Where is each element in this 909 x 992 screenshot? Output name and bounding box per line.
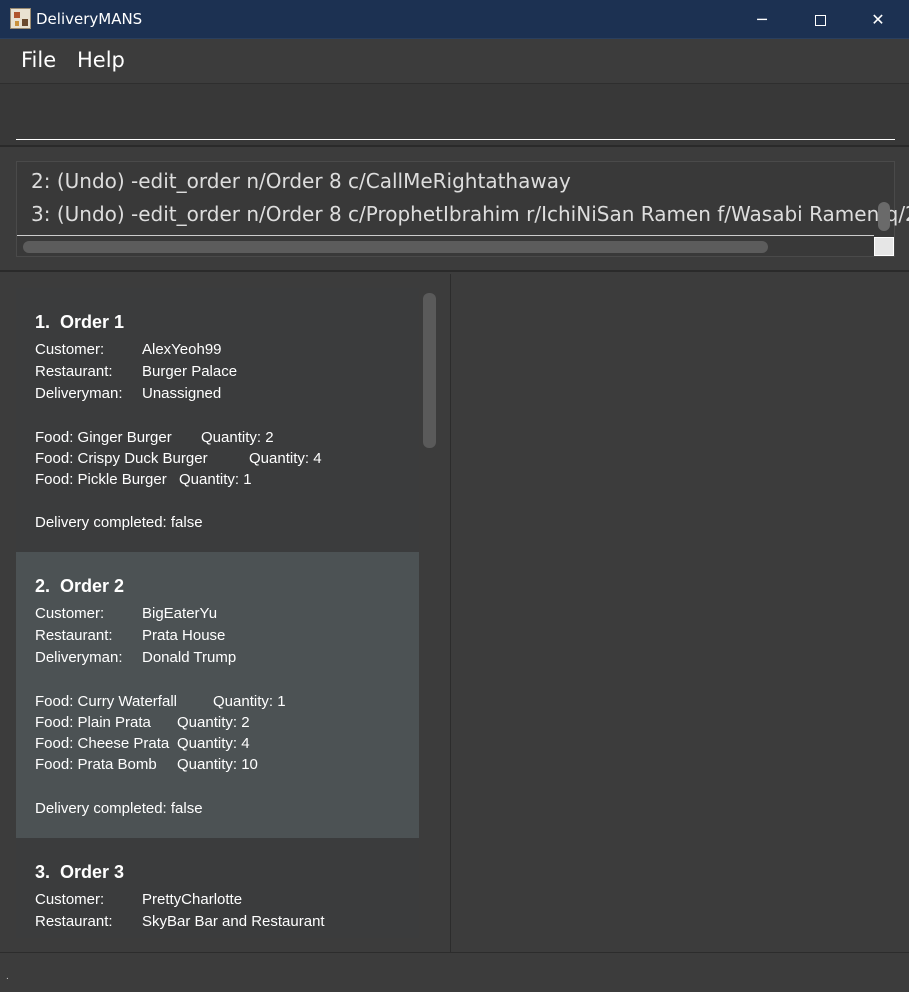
horizontal-scrollbar[interactable] [17, 235, 874, 256]
customer-value: PrettyCharlotte [142, 891, 243, 908]
food-row: Food: Curry Waterfall Quantity: 1 [35, 693, 286, 710]
food-row: Food: Ginger Burger Quantity: 2 [35, 429, 274, 446]
menu-help[interactable]: Help [77, 48, 125, 72]
food-quantity: Quantity: 10 [177, 756, 258, 773]
vertical-scrollbar-thumb[interactable] [878, 202, 890, 231]
order-list-panel: 1. Order 1 Customer: AlexYeoh99 Restaura… [0, 274, 451, 952]
close-button[interactable]: ✕ [849, 0, 907, 39]
food-quantity: Quantity: 2 [201, 429, 274, 446]
order-list[interactable]: 1. Order 1 Customer: AlexYeoh99 Restaura… [16, 288, 419, 938]
food-quantity: Quantity: 4 [249, 450, 322, 467]
food-quantity: Quantity: 1 [213, 693, 286, 710]
customer-value: BigEaterYu [142, 605, 218, 622]
result-display-panel: 2: (Undo) -edit_order n/Order 8 c/CallMe… [0, 148, 909, 272]
customer-label: Customer: [35, 341, 105, 358]
customer-label: Customer: [35, 891, 105, 908]
restaurant-label: Restaurant: [35, 913, 113, 930]
maximize-button[interactable] [791, 0, 849, 39]
status-text: . [6, 971, 9, 982]
food-row: Food: Plain Prata Quantity: 2 [35, 714, 250, 731]
order-title: 1. Order 1 [35, 312, 125, 332]
food-name: Food: Prata Bomb [35, 756, 157, 773]
deliveryman-value: Donald Trump [142, 649, 237, 666]
detail-panel [452, 274, 909, 952]
deliveryman-label: Deliveryman: [35, 385, 123, 402]
scroll-corner [874, 237, 894, 256]
minimize-button[interactable]: ─ [733, 0, 791, 39]
deliveryman-label: Deliveryman: [35, 649, 123, 666]
order-list-scrollbar-thumb[interactable] [423, 293, 436, 448]
order-card-selected[interactable]: 2. Order 2 Customer: BigEaterYu Restaura… [16, 552, 419, 838]
food-name: Food: Cheese Prata [35, 735, 170, 752]
deliveryman-value: Unassigned [142, 385, 222, 402]
app-logo-icon [10, 8, 31, 29]
window-title: DeliveryMANS [36, 10, 143, 28]
food-row: Food: Crispy Duck Burger Quantity: 4 [35, 450, 322, 467]
food-row: Food: Prata Bomb Quantity: 10 [35, 756, 258, 773]
food-name: Food: Ginger Burger [35, 429, 172, 446]
result-line: 2: (Undo) -edit_order n/Order 8 c/CallMe… [31, 169, 571, 193]
food-name: Food: Curry Waterfall [35, 693, 177, 710]
food-name: Food: Pickle Burger [35, 471, 167, 488]
restaurant-label: Restaurant: [35, 627, 113, 644]
food-quantity: Quantity: 4 [177, 735, 250, 752]
order-title: 3. Order 3 [35, 862, 125, 882]
order-card[interactable]: 1. Order 1 Customer: AlexYeoh99 Restaura… [16, 288, 419, 552]
food-row: Food: Cheese Prata Quantity: 4 [35, 735, 250, 752]
result-line: 3: (Undo) -edit_order n/Order 8 c/Prophe… [31, 202, 909, 226]
menu-bar: File Help [0, 39, 909, 83]
horizontal-scrollbar-thumb[interactable] [23, 241, 768, 253]
restaurant-value: SkyBar Bar and Restaurant [142, 913, 325, 930]
status-bar: . [0, 952, 909, 992]
delivery-status: Delivery completed: false [35, 514, 203, 531]
title-bar: DeliveryMANS ─ ✕ [0, 0, 909, 39]
order-title: 2. Order 2 [35, 576, 125, 596]
food-quantity: Quantity: 1 [179, 471, 252, 488]
customer-label: Customer: [35, 605, 105, 622]
command-input[interactable] [16, 92, 895, 140]
restaurant-value: Burger Palace [142, 363, 238, 380]
customer-value: AlexYeoh99 [142, 341, 222, 358]
food-name: Food: Plain Prata [35, 714, 151, 731]
delivery-status: Delivery completed: false [35, 800, 203, 817]
food-name: Food: Crispy Duck Burger [35, 450, 208, 467]
food-quantity: Quantity: 2 [177, 714, 250, 731]
restaurant-label: Restaurant: [35, 363, 113, 380]
menu-file[interactable]: File [21, 48, 56, 72]
food-row: Food: Pickle Burger Quantity: 1 [35, 471, 252, 488]
order-card[interactable]: 3. Order 3 Customer: PrettyCharlotte Res… [16, 838, 419, 938]
restaurant-value: Prata House [142, 627, 226, 644]
command-box-panel [0, 83, 909, 147]
result-display[interactable]: 2: (Undo) -edit_order n/Order 8 c/CallMe… [16, 161, 909, 257]
maximize-icon [814, 15, 826, 26]
